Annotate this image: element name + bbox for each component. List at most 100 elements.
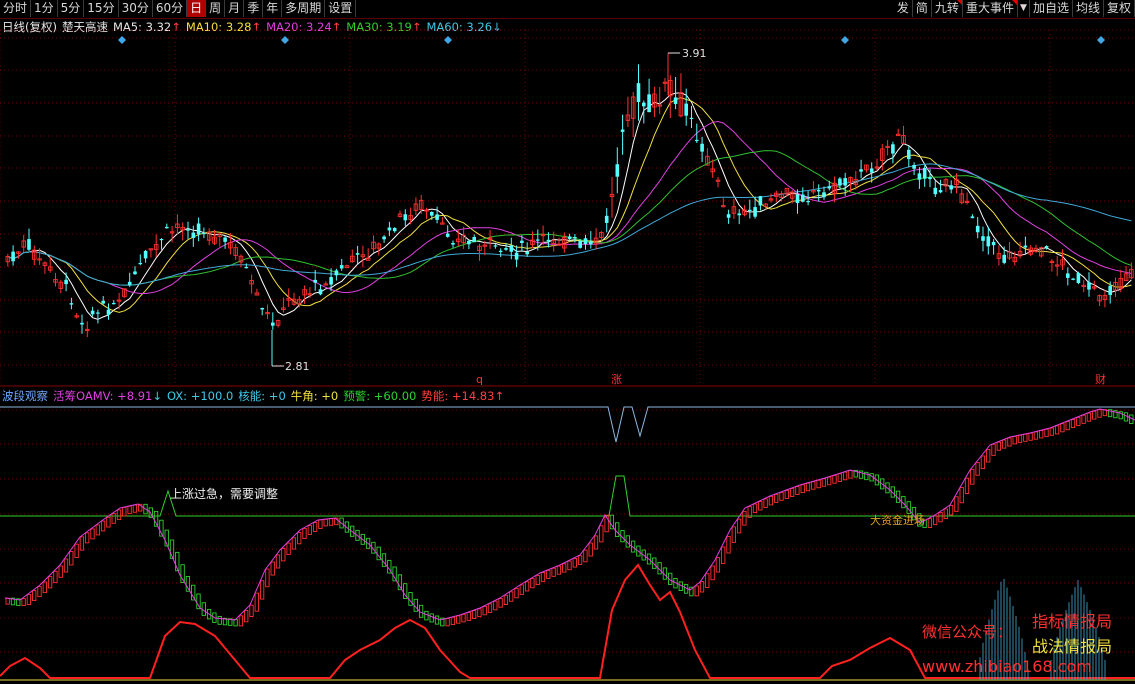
activity-bar bbox=[779, 491, 784, 501]
activity-bar bbox=[599, 525, 604, 543]
activity-bar bbox=[1023, 433, 1028, 442]
candle-body bbox=[986, 236, 991, 247]
candle-body bbox=[106, 309, 111, 315]
candle-body bbox=[504, 248, 508, 250]
activity-bar bbox=[1086, 412, 1092, 422]
chart-canvas[interactable]: 3.91 2.81 q 涨 财 上涨过急，需要调整 大资金进场 bbox=[0, 0, 1135, 684]
candle-body bbox=[1066, 273, 1070, 278]
activity-bar bbox=[37, 586, 42, 598]
candle-body bbox=[1002, 254, 1006, 263]
activity-bar bbox=[307, 525, 312, 535]
watermark-line2: 战法情报局 bbox=[1032, 637, 1113, 656]
activity-bar bbox=[837, 473, 842, 482]
candle-body bbox=[991, 241, 996, 246]
activity-bar bbox=[1033, 431, 1039, 440]
activity-bar bbox=[275, 554, 281, 569]
activity-bar bbox=[85, 532, 90, 544]
activity-bar bbox=[842, 471, 848, 481]
activity-bar bbox=[90, 528, 95, 540]
candle-body bbox=[1023, 245, 1028, 248]
activity-bar bbox=[927, 518, 933, 528]
activity-bar bbox=[800, 484, 805, 494]
activity-bar bbox=[763, 498, 768, 508]
activity-bar bbox=[201, 602, 206, 616]
candle-body bbox=[816, 189, 821, 192]
candle-body bbox=[970, 216, 975, 219]
candle-body bbox=[1076, 273, 1081, 283]
candle-body bbox=[445, 233, 450, 237]
activity-bar bbox=[954, 496, 959, 512]
candle-body bbox=[748, 209, 752, 212]
candle-body bbox=[642, 102, 646, 107]
moving-average-lines bbox=[7, 92, 1132, 320]
activity-bar bbox=[1049, 427, 1054, 436]
candle-body bbox=[673, 97, 678, 105]
activity-bar bbox=[832, 475, 837, 484]
activity-bar bbox=[1081, 414, 1086, 424]
event-marker-finance[interactable]: 财 bbox=[1095, 372, 1106, 386]
candle-body bbox=[435, 214, 439, 220]
activity-bar bbox=[795, 486, 800, 495]
activity-bar bbox=[281, 547, 286, 562]
activity-bar bbox=[715, 557, 721, 573]
activity-bar bbox=[774, 493, 779, 503]
candle-body bbox=[143, 250, 148, 259]
watermark-wechat: 微信公众号： bbox=[922, 623, 1013, 641]
activity-bar bbox=[615, 522, 620, 537]
activity-bar bbox=[583, 549, 588, 563]
activity-bar bbox=[811, 481, 816, 490]
candle-body bbox=[795, 194, 800, 204]
event-diamond-icon bbox=[1097, 36, 1105, 44]
price-labels: 3.91 2.81 bbox=[272, 47, 707, 373]
activity-bar bbox=[1028, 432, 1033, 441]
activity-bar bbox=[970, 468, 975, 485]
activity-bar bbox=[122, 506, 127, 517]
candle-body bbox=[186, 229, 190, 231]
candle-body bbox=[583, 238, 588, 245]
candle-body bbox=[80, 322, 84, 325]
candle-body bbox=[928, 177, 932, 180]
activity-bar bbox=[503, 594, 509, 606]
activity-bar bbox=[726, 535, 731, 554]
candle-body bbox=[329, 277, 333, 285]
event-diamond-icon bbox=[444, 36, 452, 44]
activity-bar bbox=[21, 598, 26, 606]
activity-bar bbox=[567, 560, 572, 571]
activity-bar bbox=[312, 522, 318, 532]
candle-body bbox=[938, 190, 943, 193]
candle-body bbox=[1071, 278, 1075, 280]
candle-body bbox=[933, 187, 938, 195]
candle-body bbox=[90, 310, 95, 315]
activity-bar bbox=[551, 567, 556, 577]
activity-bar bbox=[848, 469, 853, 479]
activity-bar bbox=[1060, 423, 1065, 433]
candle-body bbox=[753, 207, 757, 217]
ma20-line bbox=[7, 120, 1132, 294]
activity-bar bbox=[710, 565, 715, 581]
watermark-line1: 指标情报局 bbox=[1032, 612, 1113, 631]
activity-bar bbox=[74, 543, 79, 559]
candle-body bbox=[27, 239, 31, 250]
activity-bar bbox=[58, 565, 63, 578]
candle-body bbox=[498, 250, 503, 252]
activity-bar bbox=[111, 513, 116, 524]
activity-bar bbox=[1012, 435, 1017, 445]
activity-bar bbox=[487, 603, 493, 613]
candle-body bbox=[1044, 246, 1049, 248]
event-diamond-icon bbox=[841, 36, 849, 44]
activity-bar bbox=[1076, 416, 1081, 426]
candle-body bbox=[975, 225, 980, 233]
activity-bar bbox=[26, 594, 32, 606]
watermark-url: www.zhibiao168.com bbox=[922, 657, 1092, 676]
event-diamond-icon bbox=[281, 36, 289, 44]
event-marker-q[interactable]: q bbox=[476, 373, 483, 386]
candle-body bbox=[949, 185, 953, 190]
event-marker-rise[interactable]: 涨 bbox=[611, 373, 622, 386]
candle-body bbox=[684, 103, 688, 116]
activity-bar bbox=[127, 505, 132, 514]
candle-body bbox=[912, 165, 916, 169]
candle-body bbox=[589, 241, 593, 245]
activity-bar bbox=[466, 612, 471, 621]
activity-bar bbox=[572, 558, 577, 568]
event-diamonds bbox=[118, 36, 1105, 44]
